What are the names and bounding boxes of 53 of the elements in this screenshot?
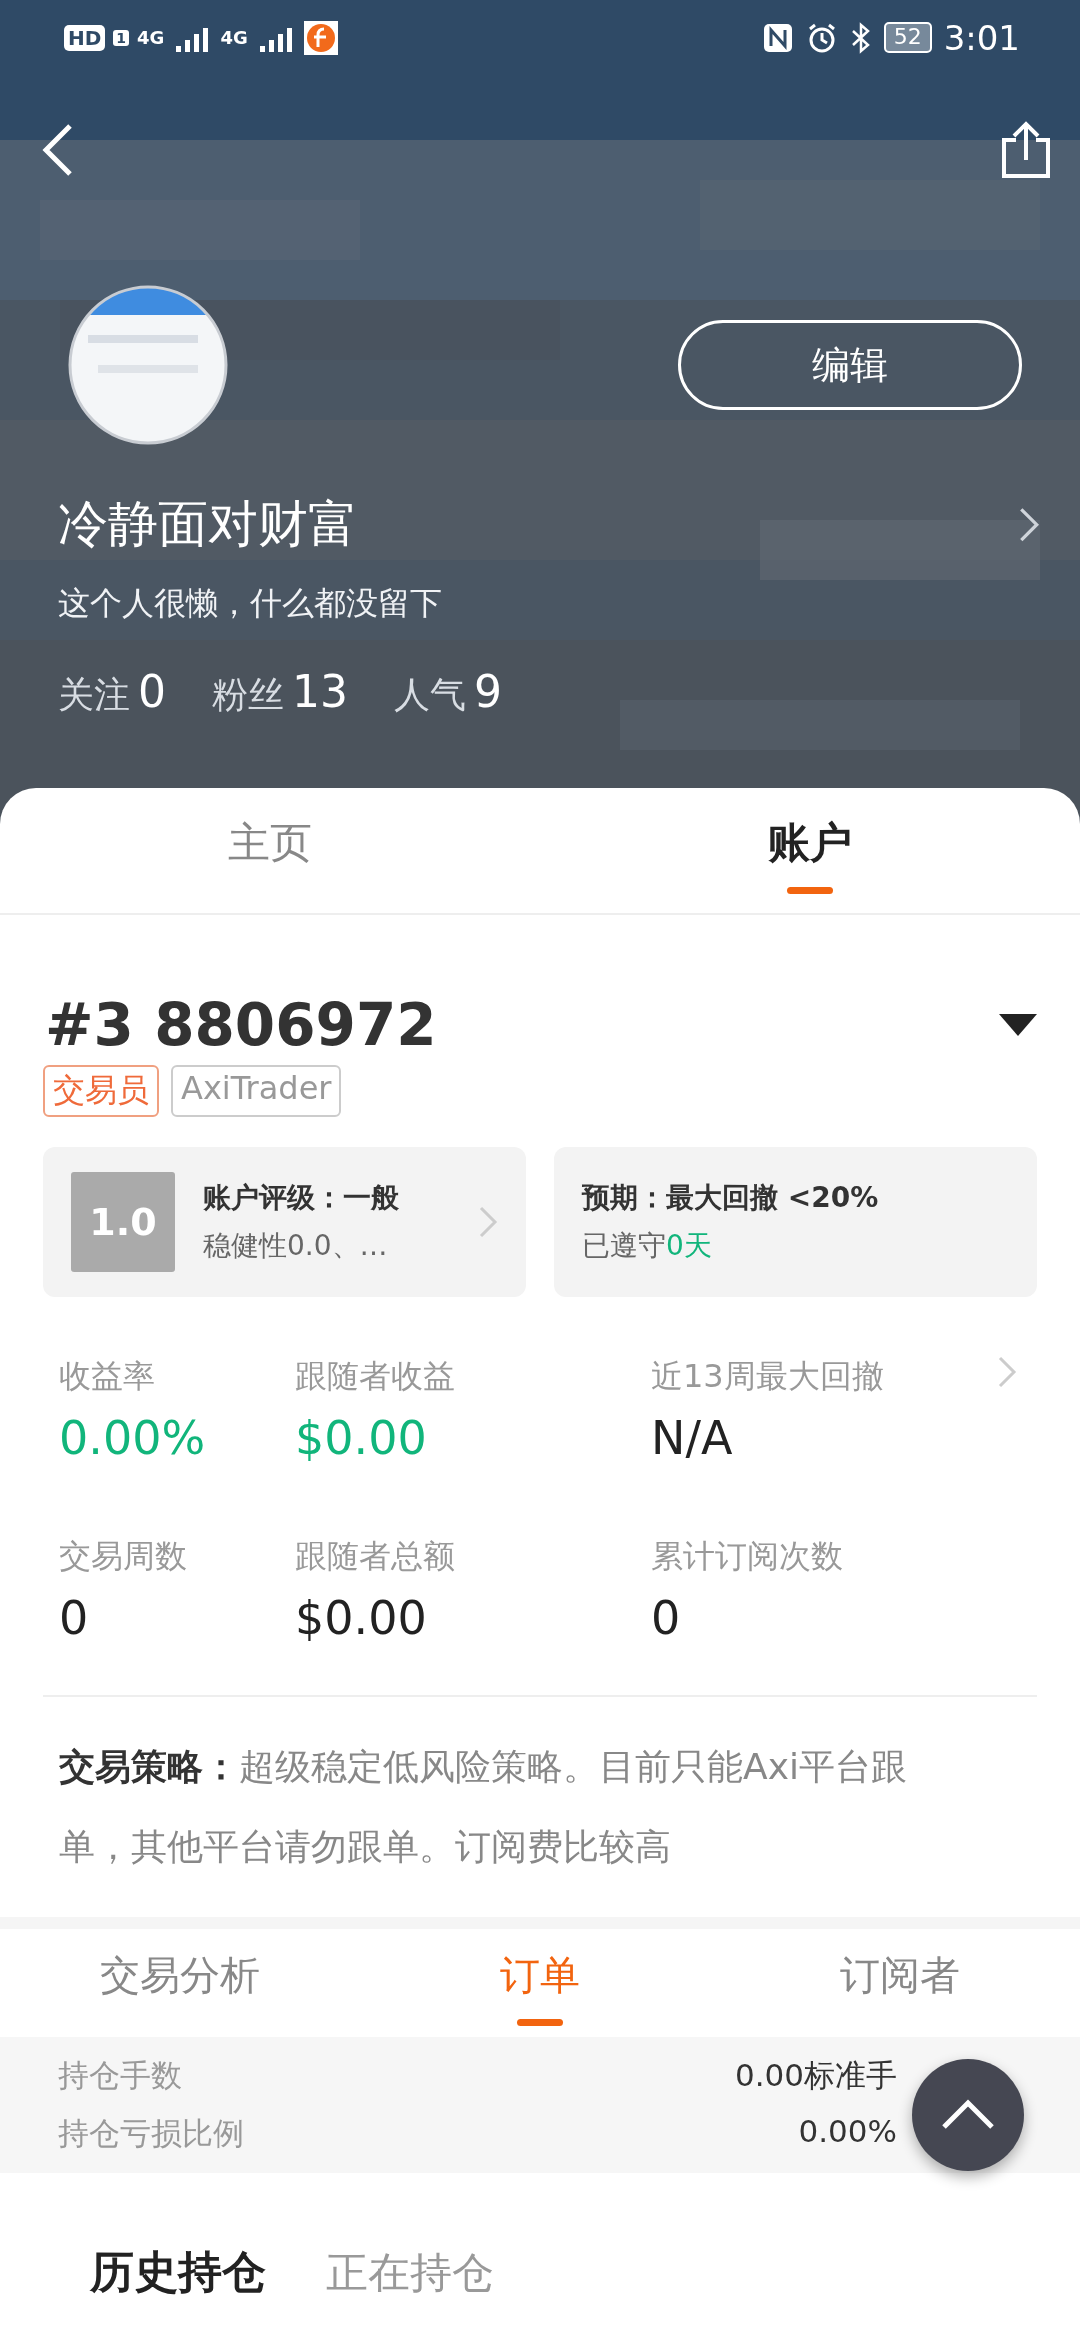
- summary-label: 持仓亏损比例: [58, 2114, 244, 2153]
- chevron-right-icon: [997, 1355, 1017, 1389]
- chevron-right-icon: [1018, 505, 1040, 544]
- metric-value: N/A: [651, 1411, 734, 1465]
- stat-value: 9: [474, 666, 502, 717]
- account-tag: AxiTrader: [171, 1065, 342, 1117]
- tab[interactable]: 订阅者: [720, 1929, 1080, 2037]
- metric-label: 近13周最大回撤: [651, 1356, 885, 1397]
- stat-label: 关注: [58, 674, 130, 715]
- tab[interactable]: 历史持仓: [90, 2243, 266, 2302]
- tab[interactable]: 交易分析: [0, 1929, 360, 2037]
- network-label: 4G: [220, 28, 248, 47]
- metric-label: 跟随者收益: [295, 1356, 456, 1397]
- rating-subtitle: 稳健性0.0、…: [203, 1228, 389, 1264]
- metric-label: 收益率: [59, 1356, 156, 1397]
- metric-value: 0: [651, 1591, 682, 1645]
- user-bio: 这个人很懒，什么都没留下: [57, 583, 443, 624]
- tab[interactable]: 主页: [0, 788, 540, 913]
- chevron-up-icon: [940, 2099, 996, 2131]
- stat-label: 粉丝: [212, 674, 284, 715]
- hd-icon: HD: [64, 24, 106, 51]
- account-number: #3 8806972: [44, 991, 437, 1059]
- rating-title: 账户评级：一般: [203, 1180, 400, 1216]
- chevron-right-icon: [478, 1205, 498, 1239]
- battery-icon: 52: [883, 22, 932, 53]
- rating-card[interactable]: 1.0 账户评级：一般 稳健性0.0、…: [43, 1147, 526, 1297]
- stat-label: 人气: [394, 674, 466, 715]
- compliance-text: 已遵守0天: [582, 1228, 713, 1264]
- metric-value: 0.00%: [59, 1411, 207, 1465]
- strategy-text: 交易策略：超级稳定低风险策略。目前只能Axi平台跟单，其他平台请勿跟单。订阅费比较高: [58, 1745, 908, 1869]
- tab[interactable]: 订单: [360, 1929, 720, 2037]
- rating-score: 1.0: [71, 1172, 175, 1272]
- tab[interactable]: 正在持仓: [326, 2245, 494, 2301]
- user-name: 冷静面对财富: [58, 494, 358, 555]
- clock-time: 3:01: [943, 17, 1020, 58]
- summary-value: 0.00%: [798, 2113, 897, 2151]
- stat-value: 0: [138, 666, 166, 717]
- metric-value: 0: [59, 1591, 90, 1645]
- edit-button[interactable]: 编辑: [678, 320, 1022, 410]
- account-tag: 交易员: [43, 1065, 159, 1117]
- metric-value: $0.00: [295, 1591, 428, 1645]
- stat-value: 13: [292, 666, 348, 717]
- expectation-title: 预期：最大回撤 <20%: [582, 1180, 880, 1216]
- metric-label: 交易周数: [59, 1536, 188, 1577]
- metric-value: $0.00: [295, 1411, 428, 1465]
- dropdown-icon[interactable]: [999, 1014, 1037, 1036]
- tab[interactable]: 账户: [540, 788, 1080, 913]
- metric-label: 跟随者总额: [295, 1536, 456, 1577]
- network-label: 4G: [137, 28, 165, 47]
- summary-value: 0.00标准手: [734, 2056, 897, 2095]
- metric-label: 累计订阅次数: [651, 1536, 844, 1577]
- share-button[interactable]: [1000, 120, 1052, 180]
- summary-label: 持仓手数: [58, 2056, 182, 2095]
